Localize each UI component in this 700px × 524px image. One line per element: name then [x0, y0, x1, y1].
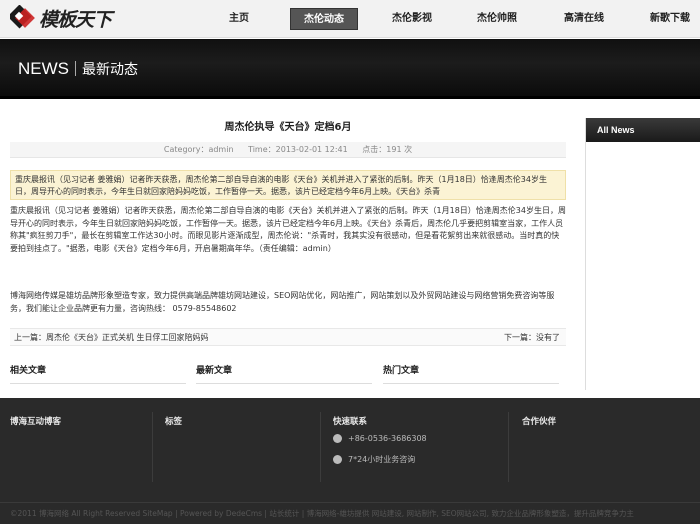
latest-articles-heading: 最新文章: [196, 364, 372, 384]
article-summary: 重庆晨报讯（见习记者 姜雅娟）记者昨天获悉，周杰伦第二部自导自演的电影《天台》关…: [10, 170, 566, 200]
hot-articles-heading: 热门文章: [383, 364, 559, 384]
contact-phone[interactable]: +86-0536-3686308: [333, 434, 427, 443]
footer-divider: [320, 412, 321, 482]
article-category: Category：admin: [163, 145, 234, 154]
article-title: 周杰伦执导《天台》定档6月: [224, 122, 352, 133]
nav-item-news[interactable]: 杰伦动态: [290, 8, 358, 30]
prev-article-link[interactable]: 上一篇：周杰伦《天台》正式关机 生日俘工回家陪妈妈: [14, 329, 209, 347]
footer-col-title: 博海互动博客: [10, 417, 62, 427]
footer-col-title: 快速联系: [333, 417, 368, 427]
banner-divider: [75, 61, 76, 76]
article-time: Time：2013-02-01 12:41: [248, 145, 348, 154]
footer-col-blog: 博海互动博客: [10, 398, 150, 494]
footer-col-tags: 标签: [165, 398, 315, 494]
contact-service: 7*24小时业务咨询: [333, 454, 415, 465]
related-articles-heading: 相关文章: [10, 364, 186, 384]
article-views: 点击：191 次: [362, 145, 413, 154]
contact-phone-text: +86-0536-3686308: [348, 434, 427, 443]
copyright: ©2011 博海网络 All Right Reserved SiteMap | …: [0, 502, 700, 524]
nav-item-films[interactable]: 杰伦影视: [384, 8, 440, 30]
article-meta: Category：admin Time：2013-02-01 12:41 点击：…: [10, 142, 566, 158]
company-blurb: 博海网络传媒是雄坊品牌形象塑造专家，致力提供高端品牌雄坊网站建设，SEO网站优化…: [10, 291, 555, 313]
clock-icon: [333, 455, 342, 464]
footer-col-title: 合作伙伴: [522, 417, 557, 427]
nav-item-home[interactable]: 主页: [222, 8, 256, 30]
footer-divider: [152, 412, 153, 482]
nav-item-hd-online[interactable]: 高清在线: [556, 8, 612, 30]
nav-item-song-download[interactable]: 新歌下载: [642, 8, 698, 30]
footer-divider: [508, 412, 509, 482]
banner-heading: NEWS 最新动态: [18, 59, 138, 79]
contact-service-text: 7*24小时业务咨询: [348, 455, 416, 464]
article-pager: 上一篇：周杰伦《天台》正式关机 生日俘工回家陪妈妈 下一篇：没有了: [10, 328, 566, 346]
footer: 博海互动博客 标签 快速联系 +86-0536-3686308 7*24小时业务…: [0, 398, 700, 524]
footer-col-contact: 快速联系: [333, 398, 503, 494]
phone-icon: [333, 434, 342, 443]
footer-col-partners: 合作伙伴: [522, 398, 692, 494]
article-body: 重庆晨报讯（见习记者 姜雅娟）记者昨天获悉，周杰伦第二部自导自演的电影《天台》关…: [10, 206, 566, 253]
next-article-link[interactable]: 下一篇：没有了: [504, 329, 560, 347]
main-nav: 主页 杰伦动态 杰伦影视 杰伦帅照 高清在线 新歌下载: [0, 8, 700, 30]
page-banner: NEWS 最新动态: [0, 39, 700, 99]
sidebar: All News: [585, 118, 700, 390]
sidebar-title[interactable]: All News: [586, 118, 700, 142]
top-bar: 模板天下 主页 杰伦动态 杰伦影视 杰伦帅照 高清在线 新歌下载: [0, 0, 700, 38]
banner-title: NEWS: [18, 59, 69, 78]
banner-subtitle: 最新动态: [82, 61, 138, 77]
nav-item-photos[interactable]: 杰伦帅照: [469, 8, 525, 30]
footer-col-title: 标签: [165, 417, 183, 427]
